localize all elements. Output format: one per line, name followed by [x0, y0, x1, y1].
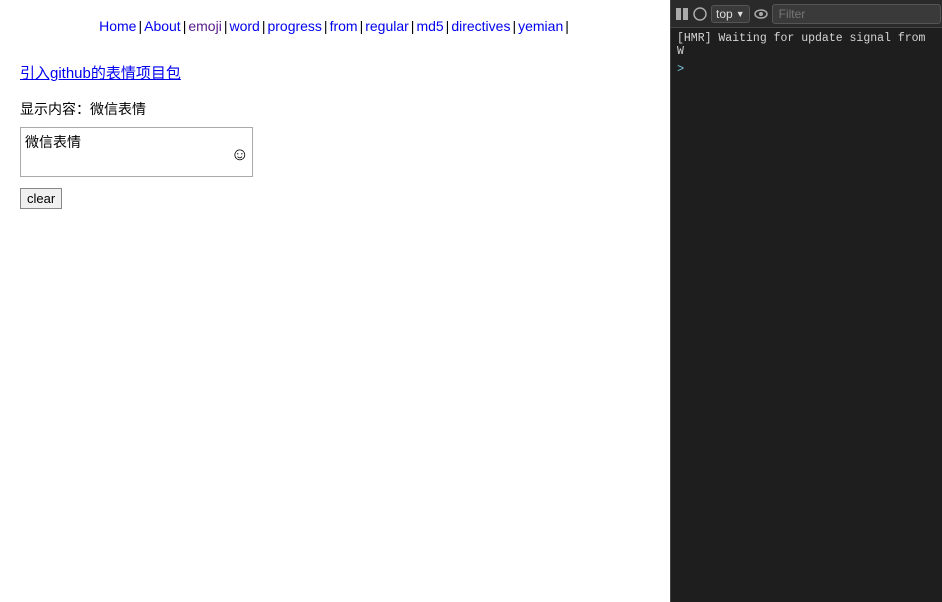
devtools-context-dropdown[interactable]: top ▼ [711, 5, 750, 23]
console-input-line: > [677, 62, 936, 76]
nav-yemian[interactable]: yemian [518, 18, 563, 34]
nav-directives[interactable]: directives [451, 18, 510, 34]
devtools-filter-input[interactable] [772, 4, 941, 24]
nav-sep-8: | [446, 18, 450, 34]
nav-home[interactable]: Home [99, 18, 136, 34]
devtools-context-label: top [716, 7, 733, 21]
input-wrapper: ☺ [20, 127, 253, 180]
nav-progress[interactable]: progress [267, 18, 321, 34]
nav-sep-10: | [565, 18, 569, 34]
console-text-hmr: [HMR] Waiting for update signal from W [677, 32, 936, 58]
nav-word[interactable]: word [229, 18, 259, 34]
devtools-eye-icon[interactable] [754, 5, 768, 23]
nav-sep-9: | [512, 18, 516, 34]
devtools-play-icon[interactable] [675, 5, 689, 23]
devtools-stop-icon[interactable] [693, 5, 707, 23]
emoji-button[interactable]: ☺ [231, 145, 249, 163]
content-area: 引入github的表情项目包 显示内容：微信表情 ☺ clear [20, 62, 650, 209]
nav-sep-2: | [183, 18, 187, 34]
nav-from[interactable]: from [330, 18, 358, 34]
nav-sep-6: | [360, 18, 364, 34]
nav-bar: Home | About | emoji | word | progress |… [20, 10, 650, 42]
clear-button[interactable]: clear [20, 188, 62, 209]
nav-sep-3: | [224, 18, 228, 34]
nav-sep-7: | [411, 18, 415, 34]
console-line-hmr: [HMR] Waiting for update signal from W [677, 32, 936, 58]
main-content: Home | About | emoji | word | progress |… [0, 0, 670, 602]
devtools-toolbar: top ▼ [671, 0, 942, 28]
nav-sep-1: | [138, 18, 142, 34]
nav-sep-4: | [262, 18, 266, 34]
console-caret: > [677, 62, 684, 76]
devtools-console: [HMR] Waiting for update signal from W > [671, 28, 942, 602]
nav-about[interactable]: About [144, 18, 181, 34]
devtools-panel: top ▼ [HMR] Waiting for update signal fr… [670, 0, 942, 602]
nav-md5[interactable]: md5 [416, 18, 443, 34]
nav-regular[interactable]: regular [365, 18, 409, 34]
nav-sep-5: | [324, 18, 328, 34]
text-input[interactable] [20, 127, 253, 177]
display-label: 显示内容：微信表情 [20, 99, 650, 119]
nav-emoji[interactable]: emoji [188, 18, 221, 34]
github-link[interactable]: 引入github的表情项目包 [20, 62, 181, 83]
chevron-down-icon: ▼ [736, 9, 745, 19]
